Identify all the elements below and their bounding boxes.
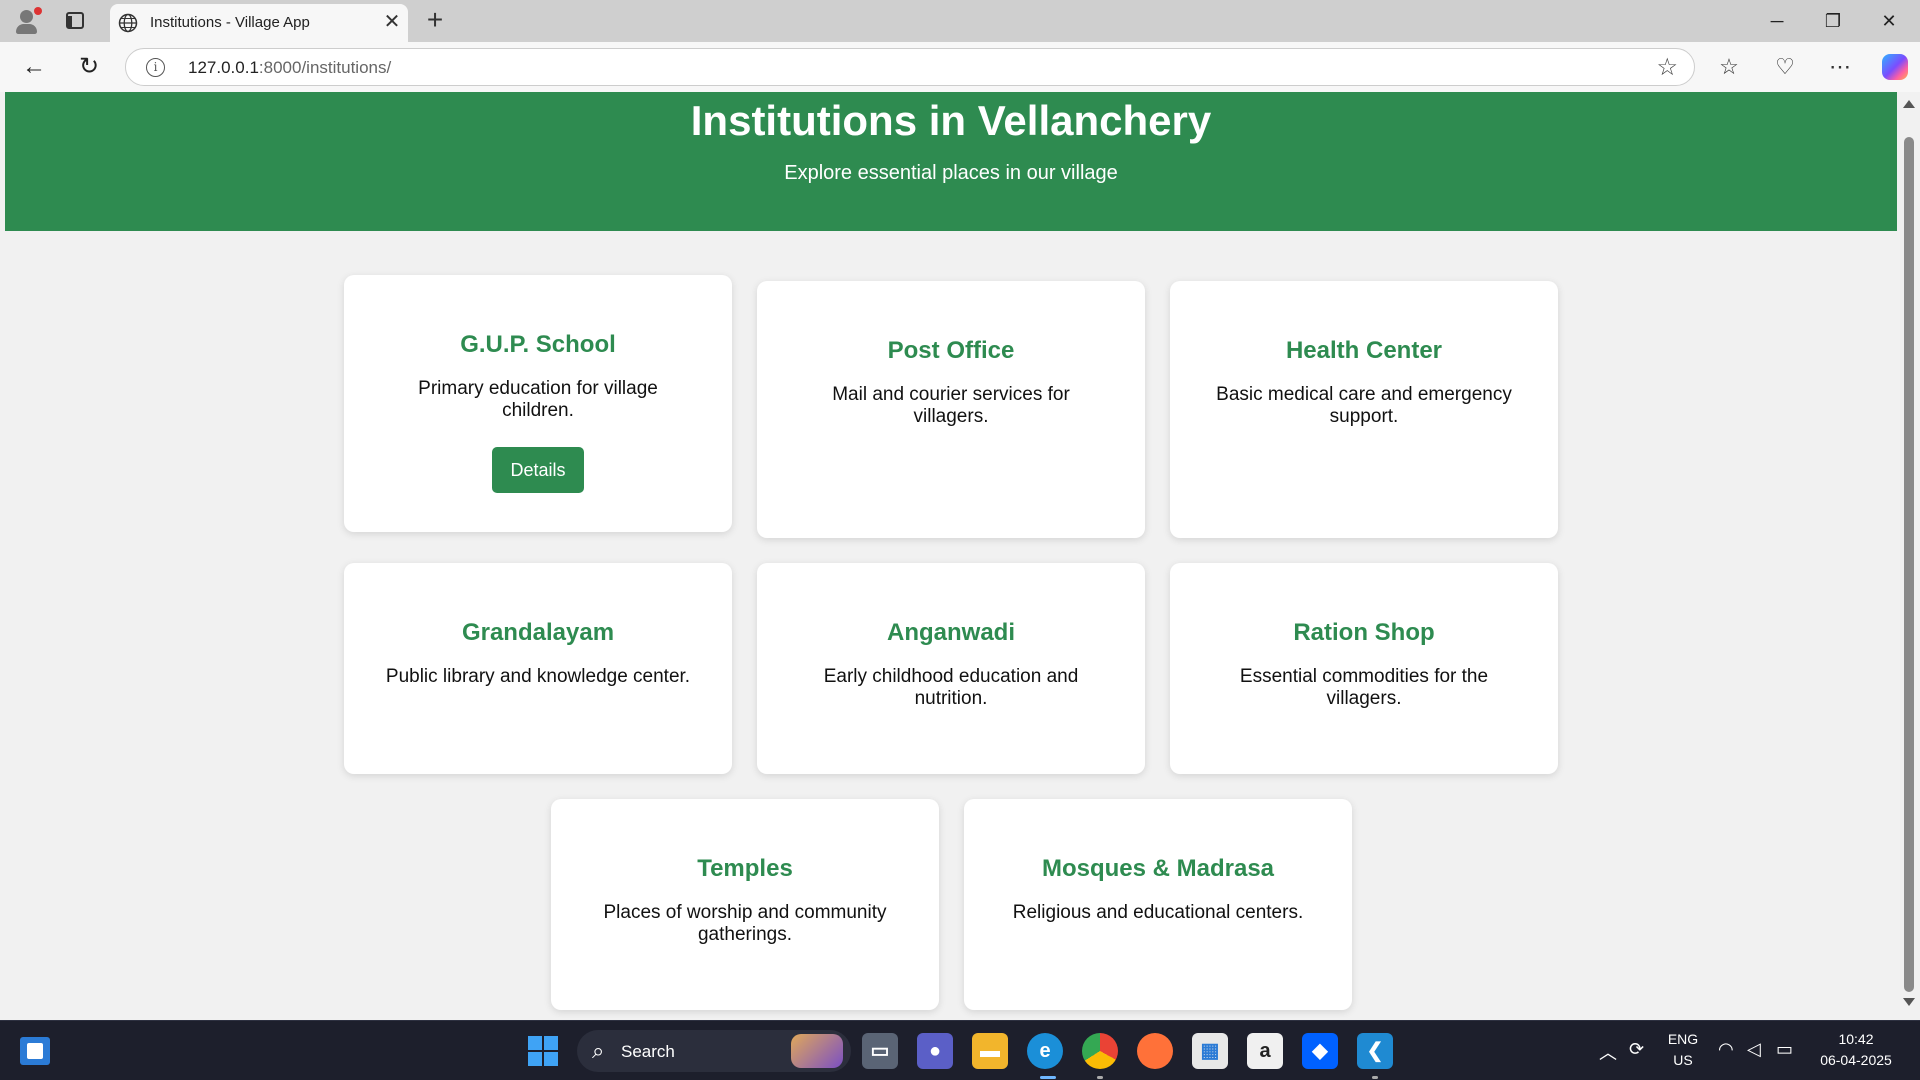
card-title: Ration Shop (1293, 619, 1435, 646)
widgets-icon[interactable] (20, 1037, 50, 1065)
clock-date[interactable]: 06-04-2025 (1810, 1052, 1902, 1068)
battery-icon[interactable]: ▭ (1776, 1039, 1793, 1060)
close-window-icon[interactable]: ✕ (1866, 4, 1912, 38)
card-description: Religious and educational centers. (1012, 902, 1304, 923)
card-title: Temples (697, 855, 793, 882)
institution-card: Ration Shop Essential commodities for th… (1170, 563, 1558, 774)
file-explorer-icon[interactable]: ▬ (972, 1033, 1008, 1069)
card-title: G.U.P. School (460, 331, 616, 358)
edge-browser-icon[interactable]: e (1027, 1033, 1063, 1069)
chevron-up-icon[interactable]: ︿ (1599, 1039, 1617, 1065)
task-view-icon[interactable]: ▭ (862, 1033, 898, 1069)
institution-card: Grandalayam Public library and knowledge… (344, 563, 732, 774)
site-info-icon[interactable]: i (146, 58, 165, 77)
volume-icon[interactable]: ◁ (1747, 1039, 1761, 1060)
details-button[interactable]: Details (492, 447, 584, 493)
dropbox-icon[interactable]: ◆ (1302, 1033, 1338, 1069)
firefox-icon[interactable] (1137, 1033, 1173, 1069)
card-description: Basic medical care and emergency support… (1216, 384, 1512, 427)
microsoft-store-icon[interactable]: ▦ (1192, 1033, 1228, 1069)
address-bar[interactable]: i 127.0.0.1:8000/institutions/ ☆ (125, 48, 1695, 86)
amazon-icon[interactable]: a (1247, 1033, 1283, 1069)
address-toolbar: ← ↻ i 127.0.0.1:8000/institutions/ ☆ ☆ ♡… (0, 42, 1920, 92)
search-label: Search (621, 1042, 675, 1061)
institution-card: Temples Places of worship and community … (551, 799, 939, 1010)
card-description: Primary education for village children. (418, 378, 658, 421)
card-title: Post Office (887, 337, 1015, 364)
clock-time[interactable]: 10:42 (1810, 1031, 1902, 1047)
card-title: Health Center (1285, 337, 1443, 364)
running-app-indicator (1097, 1076, 1103, 1079)
search-highlight-icon (791, 1034, 843, 1068)
meet-icon[interactable]: ● (917, 1033, 953, 1069)
copilot-icon[interactable] (1882, 54, 1908, 80)
running-app-indicator (1372, 1076, 1378, 1079)
card-description: Early childhood education and nutrition. (823, 666, 1079, 709)
scroll-down-arrow-icon[interactable] (1903, 998, 1915, 1006)
tab-actions-icon[interactable] (66, 12, 84, 29)
institution-card: Post Office Mail and courier services fo… (757, 281, 1145, 538)
restore-icon[interactable]: ❐ (1810, 4, 1856, 38)
minimize-icon[interactable]: ─ (1754, 4, 1800, 38)
page-viewport: Institutions in Vellanchery Explore esse… (5, 92, 1897, 1018)
card-description: Places of worship and community gatherin… (603, 902, 887, 945)
search-icon: ⌕ (592, 1038, 605, 1063)
globe-icon (118, 13, 138, 33)
tab-title: Institutions - Village App (150, 14, 310, 31)
scroll-up-arrow-icon[interactable] (1903, 100, 1915, 108)
favorites-icon[interactable]: ☆ (1714, 52, 1744, 82)
browser-essentials-icon[interactable]: ♡ (1770, 52, 1800, 82)
vscode-icon[interactable]: ❮ (1357, 1033, 1393, 1069)
active-app-indicator (1040, 1076, 1056, 1079)
profile-avatar-icon[interactable] (12, 7, 42, 35)
reload-icon[interactable]: ↻ (72, 50, 106, 84)
institution-card: Anganwadi Early childhood education and … (757, 563, 1145, 774)
page-title: Institutions in Vellanchery (690, 97, 1212, 144)
card-title: Anganwadi (886, 619, 1015, 646)
institution-card: Mosques & Madrasa Religious and educatio… (964, 799, 1352, 1010)
back-arrow-icon[interactable]: ← (17, 50, 51, 84)
page-scrollbar[interactable] (1897, 92, 1920, 1018)
sync-icon[interactable]: ⟳ (1629, 1039, 1644, 1060)
card-title: Mosques & Madrasa (1041, 855, 1275, 882)
page-subtitle: Explore essential places in our village (784, 162, 1118, 184)
chrome-icon[interactable] (1082, 1033, 1118, 1069)
card-description: Essential commodities for the villagers. (1239, 666, 1489, 709)
tab-institutions[interactable]: Institutions - Village App ✕ (110, 4, 408, 42)
close-tab-icon[interactable]: ✕ (380, 10, 404, 34)
browser-tab-strip: Institutions - Village App ✕ + ─ ❐ ✕ (0, 0, 1920, 42)
favorite-star-icon[interactable]: ☆ (1656, 53, 1678, 82)
wifi-icon[interactable]: ◠ (1718, 1039, 1734, 1060)
keyboard-layout[interactable]: US (1664, 1052, 1702, 1068)
card-description: Mail and courier services for villagers. (832, 384, 1070, 427)
windows-taskbar: ⌕ Search ▭ ● ▬ e ▦ a ◆ ❮ ︿ ⟳ ENG US ◠ ◁ … (0, 1020, 1920, 1080)
institution-card: Health Center Basic medical care and eme… (1170, 281, 1558, 538)
more-menu-icon[interactable]: ⋯ (1825, 52, 1855, 82)
url-text[interactable]: 127.0.0.1:8000/institutions/ (188, 58, 391, 78)
card-description: Public library and knowledge center. (385, 666, 691, 687)
scrollbar-thumb[interactable] (1904, 137, 1914, 992)
page-header: Institutions in Vellanchery Explore esse… (5, 92, 1897, 231)
card-title: Grandalayam (461, 619, 615, 646)
new-tab-icon[interactable]: + (420, 6, 450, 36)
institution-card: G.U.P. School Primary education for vill… (344, 275, 732, 532)
language-indicator[interactable]: ENG (1664, 1031, 1702, 1047)
start-windows-icon[interactable] (528, 1036, 558, 1066)
taskbar-search[interactable]: ⌕ Search (577, 1030, 851, 1072)
